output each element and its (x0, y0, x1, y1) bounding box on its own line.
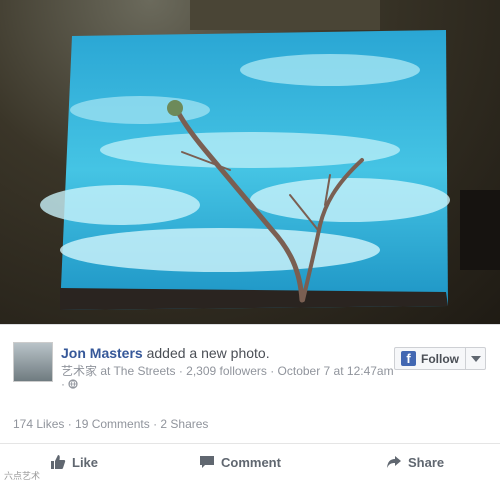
follow-button[interactable]: f Follow (394, 347, 486, 370)
engagement-stats[interactable]: 174 Likes · 19 Comments · 2 Shares (13, 417, 208, 431)
thumbs-up-icon (51, 455, 66, 469)
post-actions-bar: Like Comment Share (0, 443, 500, 484)
author-avatar[interactable] (13, 342, 53, 382)
painting-photo (40, 0, 500, 310)
globe-icon (68, 379, 78, 389)
comment-icon (200, 456, 214, 468)
post-meta: 艺术家 at The Streets · 2,309 followers · O… (61, 364, 394, 378)
chevron-down-icon[interactable] (471, 356, 481, 362)
post-header-line: Jon Masters added a new photo. (61, 345, 270, 361)
share-arrow-icon (387, 456, 401, 468)
share-button[interactable]: Share (386, 454, 444, 470)
facebook-icon: f (401, 351, 416, 366)
share-label: Share (408, 454, 445, 470)
watermark-text: 六点艺术 (4, 471, 41, 481)
follow-divider (465, 348, 466, 369)
follow-label: Follow (421, 351, 459, 366)
post-card: Jon Masters added a new photo. 艺术家 at Th… (0, 324, 500, 485)
post-meta-privacy: · (61, 377, 78, 391)
meta-dot: · (61, 377, 65, 391)
like-label: Like (72, 454, 99, 470)
post-action-text: added a new photo. (146, 345, 270, 361)
comment-label: Comment (221, 454, 281, 470)
like-button[interactable]: Like (50, 454, 98, 470)
post-photo[interactable] (0, 0, 500, 324)
author-name-link[interactable]: Jon Masters (61, 345, 143, 361)
comment-button[interactable]: Comment (199, 454, 281, 470)
